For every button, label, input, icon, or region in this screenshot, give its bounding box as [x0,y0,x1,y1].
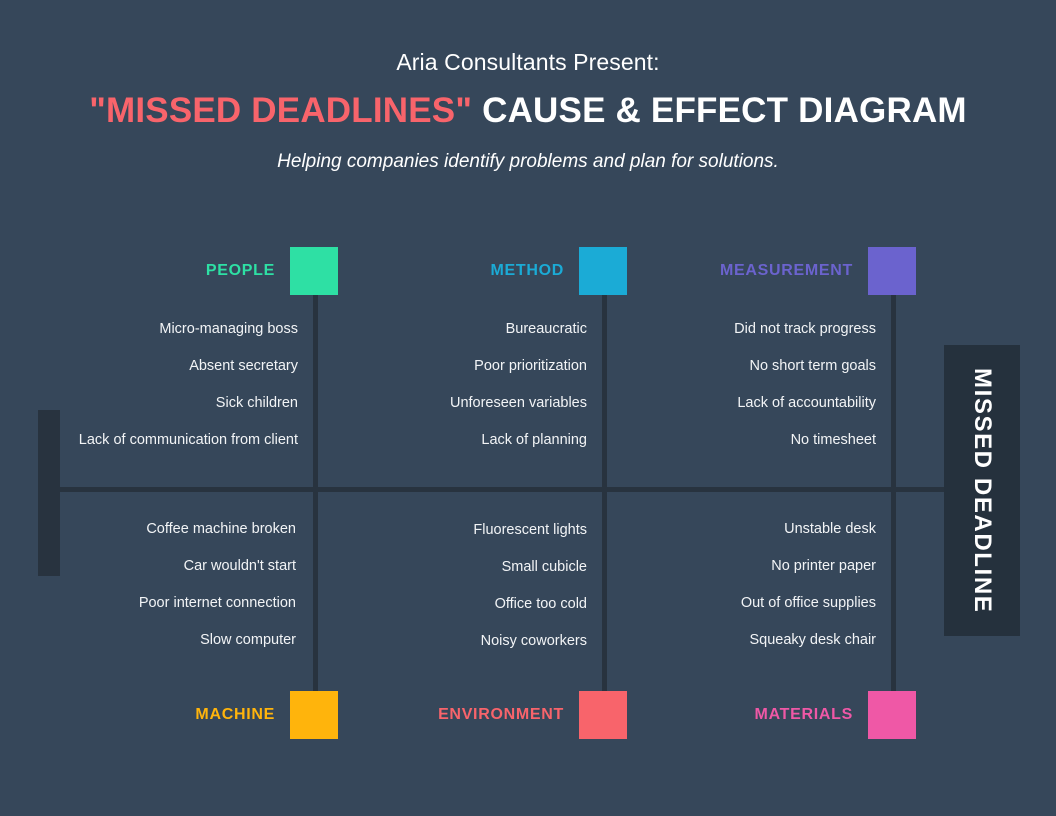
cause-item: Fluorescent lights [473,522,587,538]
category-header-method[interactable]: METHOD [419,247,627,295]
category-header-people[interactable]: PEOPLE [130,247,338,295]
cause-item: Sick children [215,395,298,412]
category-header-measurement[interactable]: MEASUREMENT [660,247,916,295]
category-swatch-environment [579,691,627,739]
cause-item: Slow computer [200,632,296,649]
cause-item: Unforeseen variables [449,395,587,412]
effect-label: MISSED DEADLINE [969,367,996,614]
cause-list-people: Micro-managing boss Absent secretary Sick … [60,320,298,451]
cause-item: Micro-managing boss [159,321,298,337]
rib-machine [313,489,318,700]
effect-box: MISSED DEADLINE [944,345,1020,636]
cause-list-materials: Unstable desk No printer paper Out of offi… [640,520,876,651]
cause-item: Coffee machine broken [146,521,296,537]
category-swatch-machine [290,691,338,739]
cause-item: Absent secretary [189,358,298,375]
cause-item: Noisy coworkers [480,633,587,650]
spine-tail-block [38,410,60,576]
category-label-measurement: MEASUREMENT [719,262,853,279]
rib-method [602,288,607,490]
rib-materials [891,489,896,700]
cause-item: Lack of accountability [737,395,876,412]
cause-list-measurement: Did not track progress No short term goal… [640,320,876,451]
fishbone-diagram: PEOPLE METHOD MEASUREMENT MACHINE ENVIRO… [0,0,1056,816]
cause-item: Lack of communication from client [78,432,298,449]
cause-item: No timesheet [790,432,876,449]
cause-list-machine: Coffee machine broken Car wouldn't start P… [60,520,296,651]
cause-item: Small cubicle [501,559,587,576]
cause-item: Lack of planning [481,432,587,449]
cause-item: Poor internet connection [138,595,296,612]
cause-item: Bureaucratic [505,321,587,337]
category-header-environment[interactable]: ENVIRONMENT [400,691,627,739]
rib-people [313,288,318,490]
cause-item: Squeaky desk chair [749,632,876,649]
category-label-method: METHOD [490,262,564,279]
spine-horizontal [38,487,992,492]
rib-environment [602,489,607,700]
category-header-materials[interactable]: MATERIALS [690,691,916,739]
cause-item: Office too cold [494,596,587,613]
category-header-machine[interactable]: MACHINE [130,691,338,739]
cause-item: No short term goals [749,358,876,375]
cause-item: Unstable desk [784,521,876,537]
category-label-people: PEOPLE [205,262,275,279]
category-swatch-people [290,247,338,295]
rib-measurement [891,288,896,490]
cause-item: Poor prioritization [474,358,587,375]
category-label-machine: MACHINE [195,706,275,723]
cause-item: Car wouldn't start [183,558,296,575]
category-swatch-method [579,247,627,295]
cause-item: Did not track progress [734,321,876,337]
cause-list-method: Bureaucratic Poor prioritization Unforesee… [350,320,587,451]
category-label-materials: MATERIALS [754,706,853,723]
category-swatch-measurement [868,247,916,295]
category-label-environment: ENVIRONMENT [438,706,564,723]
cause-item: Out of office supplies [740,595,876,612]
cause-item: No printer paper [771,558,876,575]
category-swatch-materials [868,691,916,739]
cause-list-environment: Fluorescent lights Small cubicle Office to… [350,521,587,652]
